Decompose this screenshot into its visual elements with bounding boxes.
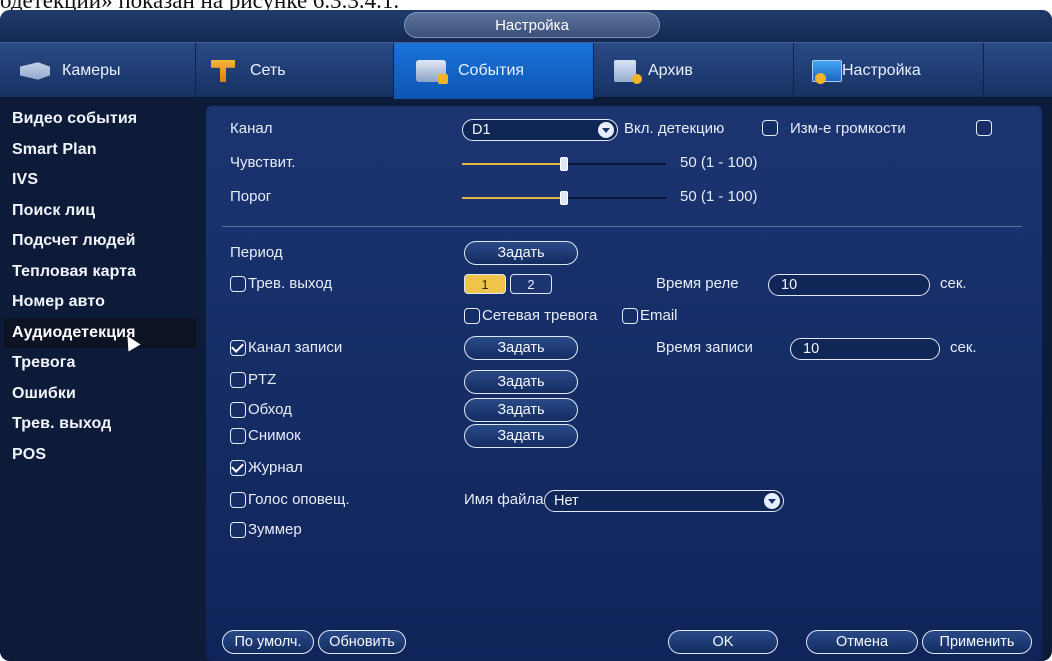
sensitivity-slider-rest — [566, 163, 666, 165]
threshold-slider-handle[interactable] — [560, 191, 568, 205]
title-bar: Настройка — [0, 10, 1052, 42]
tab-label: Камеры — [62, 62, 121, 79]
record-channel-checkbox[interactable] — [230, 340, 246, 356]
chevron-down-icon — [764, 493, 780, 509]
snapshot-checkbox[interactable] — [230, 428, 246, 444]
sidebar-item-alarm[interactable]: Тревога — [0, 348, 200, 379]
window-title: Настройка — [404, 12, 660, 38]
sensitivity-slider-fill — [462, 163, 566, 165]
tab-archive[interactable]: Архив — [594, 43, 794, 99]
sidebar: Видео события Smart Plan IVS Поиск лиц П… — [0, 98, 200, 661]
channel-value: D1 — [472, 122, 491, 138]
alarm-out-label: Трев. выход — [248, 275, 333, 292]
sidebar-item-alarm-output[interactable]: Трев. выход — [0, 409, 200, 440]
settings-icon — [812, 60, 842, 84]
email-checkbox[interactable] — [622, 308, 638, 324]
alarm-out-channel-2[interactable]: 2 — [510, 274, 552, 294]
threshold-value: 50 (1 - 100) — [680, 188, 758, 205]
threshold-label: Порог — [230, 188, 272, 205]
tour-label: Обход — [248, 401, 292, 418]
alarm-out-checkbox[interactable] — [230, 276, 246, 292]
log-label: Журнал — [248, 459, 303, 476]
sensitivity-value: 50 (1 - 100) — [680, 154, 758, 171]
record-time-input[interactable]: 10 — [790, 338, 940, 360]
archive-icon — [614, 60, 642, 84]
channel-select[interactable]: D1 — [462, 119, 618, 141]
sidebar-item-face-search[interactable]: Поиск лиц — [0, 196, 200, 227]
tab-cameras[interactable]: Камеры — [6, 43, 196, 99]
main-tabs: Камеры Сеть События Архив Настройка — [0, 42, 1052, 99]
voice-prompt-checkbox[interactable] — [230, 492, 246, 508]
tour-set-button[interactable]: Задать — [464, 398, 578, 422]
tab-label: Сеть — [250, 62, 286, 79]
ok-button[interactable]: OK — [668, 630, 778, 654]
sidebar-item-label: Аудиодетекция — [12, 323, 136, 341]
tab-settings[interactable]: Настройка — [794, 43, 984, 99]
sidebar-item-people-counting[interactable]: Подсчет людей — [0, 226, 200, 257]
enable-detection-checkbox[interactable] — [762, 120, 778, 136]
sidebar-item-heat-map[interactable]: Тепловая карта — [0, 257, 200, 288]
sidebar-item-video-events[interactable]: Видео события — [0, 104, 200, 135]
ptz-checkbox[interactable] — [230, 372, 246, 388]
ptz-set-button[interactable]: Задать — [464, 370, 578, 394]
threshold-slider-rest — [566, 197, 666, 199]
record-time-label: Время записи — [656, 339, 753, 356]
file-name-label: Имя файла — [464, 491, 544, 508]
ptz-label: PTZ — [248, 371, 277, 388]
record-channel-label: Канал записи — [248, 339, 343, 356]
record-channel-set-button[interactable]: Задать — [464, 336, 578, 360]
apply-button[interactable]: Применить — [922, 630, 1032, 654]
tab-label: Настройка — [842, 62, 921, 79]
volume-change-checkbox[interactable] — [976, 120, 992, 136]
snapshot-set-button[interactable]: Задать — [464, 424, 578, 448]
audio-detection-panel: Канал D1 Вкл. детекцию Изм-е громкости Ч… — [206, 106, 1042, 661]
sidebar-item-pos[interactable]: POS — [0, 440, 200, 471]
buzzer-checkbox[interactable] — [230, 522, 246, 538]
settings-window: Настройка Камеры Сеть События Архив Наст… — [0, 10, 1052, 661]
period-label: Период — [230, 244, 283, 261]
network-alarm-label: Сетевая тревога — [482, 307, 598, 324]
chevron-down-icon — [598, 122, 614, 138]
file-name-value: Нет — [554, 493, 579, 509]
sidebar-item-plate-number[interactable]: Номер авто — [0, 287, 200, 318]
snapshot-label: Снимок — [248, 427, 301, 444]
network-alarm-checkbox[interactable] — [464, 308, 480, 324]
sidebar-item-errors[interactable]: Ошибки — [0, 379, 200, 410]
cancel-button[interactable]: Отмена — [806, 630, 918, 654]
alarm-out-channel-1[interactable]: 1 — [464, 274, 506, 294]
sensitivity-label: Чувствит. — [230, 154, 296, 171]
tab-events[interactable]: События — [394, 43, 594, 99]
tour-checkbox[interactable] — [230, 402, 246, 418]
enable-detection-label: Вкл. детекцию — [624, 120, 725, 137]
buzzer-label: Зуммер — [248, 521, 302, 538]
tab-label: События — [458, 62, 525, 79]
tab-label: Архив — [648, 62, 693, 79]
tab-network[interactable]: Сеть — [196, 43, 394, 99]
log-checkbox[interactable] — [230, 460, 246, 476]
channel-label: Канал — [230, 120, 273, 137]
section-divider — [222, 226, 1022, 227]
relay-time-label: Время реле — [656, 275, 739, 292]
file-name-select[interactable]: Нет — [544, 490, 784, 512]
camera-icon — [20, 62, 50, 80]
threshold-slider-fill — [462, 197, 566, 199]
network-icon — [211, 60, 235, 82]
relay-time-unit: сек. — [940, 275, 967, 292]
sidebar-item-ivs[interactable]: IVS — [0, 165, 200, 196]
sidebar-item-audio-detection[interactable]: Аудиодетекция — [4, 317, 196, 352]
sidebar-item-smart-plan[interactable]: Smart Plan — [0, 135, 200, 166]
events-icon — [416, 60, 448, 84]
default-button[interactable]: По умолч. — [222, 630, 314, 654]
refresh-button[interactable]: Обновить — [318, 630, 406, 654]
volume-change-label: Изм-е громкости — [790, 120, 906, 137]
relay-time-input[interactable]: 10 — [768, 274, 930, 296]
voice-prompt-label: Голос оповещ. — [248, 491, 350, 508]
record-time-unit: сек. — [950, 339, 977, 356]
email-label: Email — [640, 307, 678, 324]
sensitivity-slider-handle[interactable] — [560, 157, 568, 171]
period-set-button[interactable]: Задать — [464, 241, 578, 265]
